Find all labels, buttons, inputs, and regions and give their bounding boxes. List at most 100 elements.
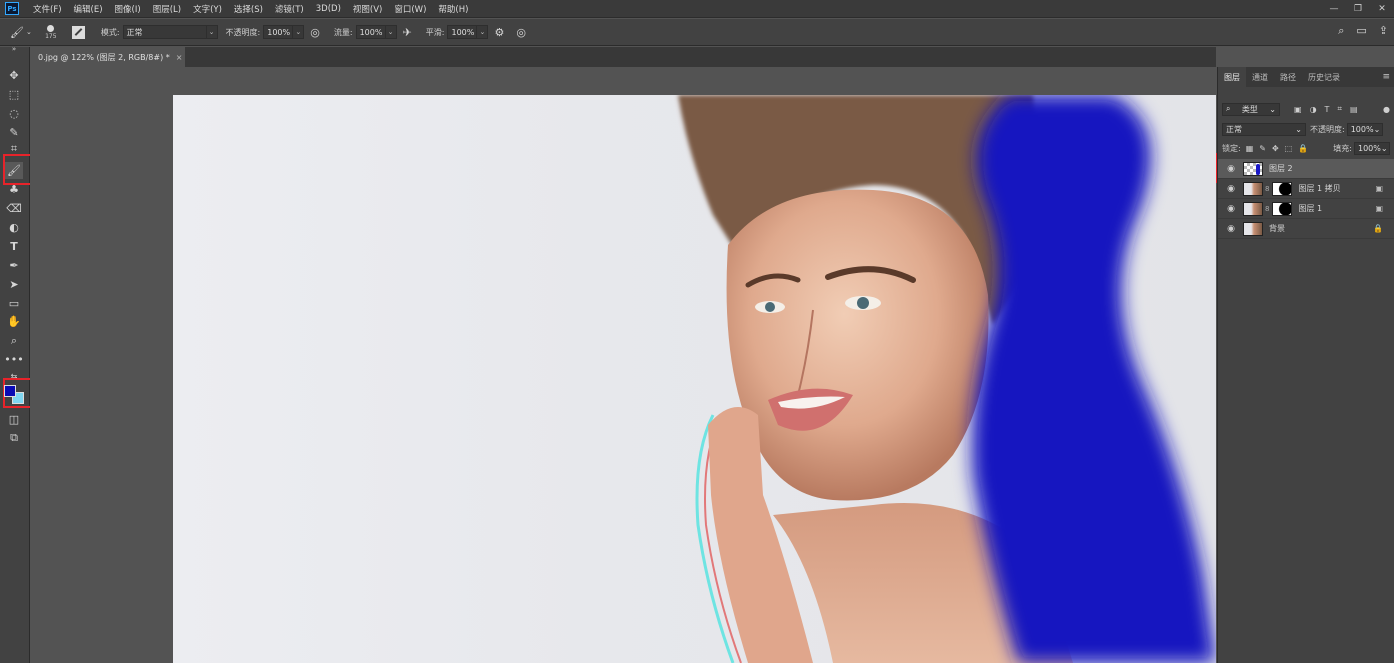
path-select-tool-icon[interactable]: ➤ (5, 276, 23, 293)
photoshop-window: Ps 文件(F) 编辑(E) 图像(I) 图层(L) 文字(Y) 选择(S) 滤… (0, 0, 1394, 663)
lock-artboard-icon[interactable]: ⬚ (1285, 144, 1293, 153)
smoothing-dropdown-icon[interactable]: ⌄ (477, 25, 489, 39)
layer-row[interactable]: ◉ 背景 🔒 (1218, 219, 1394, 239)
lock-paint-icon[interactable]: ✎ (1259, 144, 1266, 153)
blend-mode-select[interactable]: 正常 ⌄ (1222, 122, 1306, 136)
move-tool-icon[interactable]: ✥ (5, 67, 23, 84)
tab-channels[interactable]: 通道 (1246, 67, 1274, 87)
menu-window[interactable]: 窗口(W) (388, 3, 432, 15)
lock-all-icon[interactable]: 🔒 (1298, 144, 1308, 153)
layer-row[interactable]: ◉ 8 图层 1 ▣ (1218, 199, 1394, 219)
panel-menu-icon[interactable]: ≡ (1382, 67, 1390, 87)
minimize-button[interactable]: — (1322, 0, 1346, 18)
close-button[interactable]: ✕ (1370, 0, 1394, 18)
menu-bar: Ps 文件(F) 编辑(E) 图像(I) 图层(L) 文字(Y) 选择(S) 滤… (0, 0, 1394, 18)
filter-pixel-icon[interactable]: ▣ (1294, 105, 1302, 114)
lasso-tool-icon[interactable]: ◌ (5, 105, 23, 122)
layer-opacity-input[interactable]: 100% ⌄ (1346, 122, 1383, 136)
layer-name: 图层 2 (1269, 164, 1293, 173)
layer-thumbnail (1243, 161, 1263, 176)
layer-mask-thumbnail[interactable] (1272, 201, 1293, 216)
restore-button[interactable]: ❐ (1346, 0, 1370, 18)
hand-tool-icon[interactable]: ✋ (5, 313, 23, 330)
dodge-tool-icon[interactable]: ◐ (5, 219, 23, 236)
share-icon[interactable]: ⇪ (1379, 24, 1388, 38)
mode-select[interactable]: 正常 (122, 25, 207, 39)
eraser-tool-icon[interactable]: ⌫ (5, 200, 23, 217)
brush-tip-icon (47, 24, 55, 32)
chevron-down-icon: ⌄ (1380, 143, 1388, 153)
chevron-down-icon[interactable]: ⌄ (26, 28, 32, 36)
document-canvas[interactable] (173, 95, 1216, 663)
layer-style-icon[interactable]: ▣ (1375, 204, 1383, 213)
mode-dropdown-icon[interactable]: ⌄ (206, 25, 218, 39)
panel-tabs: 图层 通道 路径 历史记录 ≡ (1218, 67, 1394, 87)
filter-type-icon[interactable]: T (1325, 105, 1330, 114)
pressure-opacity-icon[interactable]: ◎ (310, 26, 320, 39)
filter-shape-icon[interactable]: ⌗ (1337, 104, 1342, 114)
airbrush-icon[interactable]: ✈ (403, 26, 412, 39)
canvas-area[interactable] (30, 67, 1216, 663)
filter-toggle-icon[interactable]: ● (1383, 105, 1390, 114)
document-tab-title: 0.jpg @ 122% (图层 2, RGB/8#) * (38, 52, 170, 62)
layer-filter-row: ⌕ 类型 ⌄ ▣ ◑ T ⌗ ▤ ● (1222, 101, 1390, 117)
layer-name: 图层 1 拷贝 (1298, 184, 1341, 193)
collapse-toolbar-icon[interactable]: » (5, 45, 23, 53)
marquee-tool-icon[interactable]: ⬚ (5, 86, 23, 103)
layer-filter-select[interactable]: ⌕ 类型 ⌄ (1222, 102, 1280, 116)
more-tools-icon[interactable]: ••• (4, 351, 23, 368)
visibility-eye-icon[interactable]: ◉ (1224, 224, 1238, 234)
quick-mask-icon[interactable]: ◫ (5, 411, 23, 428)
flow-dropdown-icon[interactable]: ⌄ (385, 25, 397, 39)
menu-3d[interactable]: 3D(D) (310, 4, 347, 14)
lock-position-icon[interactable]: ✥ (1272, 144, 1279, 153)
document-tab-bar: 0.jpg @ 122% (图层 2, RGB/8#) * × (30, 47, 1216, 67)
menu-filter[interactable]: 滤镜(T) (269, 3, 310, 15)
menu-type[interactable]: 文字(Y) (187, 3, 228, 15)
menu-view[interactable]: 视图(V) (347, 3, 388, 15)
layer-row[interactable]: ◉ 图层 2 (1218, 159, 1394, 179)
menu-select[interactable]: 选择(S) (228, 3, 269, 15)
fill-input[interactable]: 100% ⌄ (1354, 141, 1390, 155)
opacity-dropdown-icon[interactable]: ⌄ (293, 25, 305, 39)
close-tab-icon[interactable]: × (176, 53, 183, 62)
brush-preset-picker[interactable]: 175 (40, 21, 62, 43)
flow-input[interactable]: 100% (355, 25, 386, 39)
pressure-size-icon[interactable]: ◎ (516, 26, 526, 39)
layer-opacity-value: 100% (1350, 124, 1374, 134)
tab-history[interactable]: 历史记录 (1302, 67, 1346, 87)
window-controls: — ❐ ✕ (1322, 0, 1394, 18)
menu-layer[interactable]: 图层(L) (147, 3, 187, 15)
blend-row: 正常 ⌄ 不透明度: 100% ⌄ (1222, 121, 1390, 137)
type-tool-icon[interactable]: T (5, 238, 23, 255)
tab-paths[interactable]: 路径 (1274, 67, 1302, 87)
quick-select-tool-icon[interactable]: ✎ (5, 124, 23, 141)
layer-mask-thumbnail[interactable] (1272, 181, 1293, 196)
tab-layers[interactable]: 图层 (1218, 67, 1246, 87)
menu-image[interactable]: 图像(I) (109, 3, 147, 15)
visibility-eye-icon[interactable]: ◉ (1224, 204, 1238, 214)
pen-tool-icon[interactable]: ✒ (5, 257, 23, 274)
search-icon[interactable]: ⌕ (1338, 24, 1344, 38)
filter-smart-icon[interactable]: ▤ (1350, 105, 1358, 114)
menu-help[interactable]: 帮助(H) (432, 3, 474, 15)
document-tab[interactable]: 0.jpg @ 122% (图层 2, RGB/8#) * × (30, 47, 185, 67)
smoothing-gear-icon[interactable]: ⚙ (494, 26, 504, 39)
foreground-color-swatch[interactable] (4, 385, 16, 397)
visibility-eye-icon[interactable]: ◉ (1224, 164, 1238, 174)
zoom-tool-icon[interactable]: ⌕ (5, 332, 23, 349)
brush-settings-icon[interactable] (71, 25, 85, 39)
layer-row[interactable]: ◉ 8 图层 1 拷贝 ▣ (1218, 179, 1394, 199)
workspace-icon[interactable]: ▭ (1356, 24, 1366, 38)
lock-pixels-icon[interactable]: ▦ (1246, 144, 1254, 153)
visibility-eye-icon[interactable]: ◉ (1224, 184, 1238, 194)
layer-style-icon[interactable]: ▣ (1375, 184, 1383, 193)
shape-tool-icon[interactable]: ▭ (5, 295, 23, 312)
menu-edit[interactable]: 编辑(E) (68, 3, 109, 15)
opacity-input[interactable]: 100% (263, 25, 294, 39)
filter-adjust-icon[interactable]: ◑ (1310, 105, 1317, 114)
brush-tool-icon[interactable]: 🖌 (10, 26, 24, 39)
smoothing-input[interactable]: 100% (447, 25, 478, 39)
screen-mode-icon[interactable]: ⧉ (5, 429, 23, 446)
menu-file[interactable]: 文件(F) (27, 3, 68, 15)
